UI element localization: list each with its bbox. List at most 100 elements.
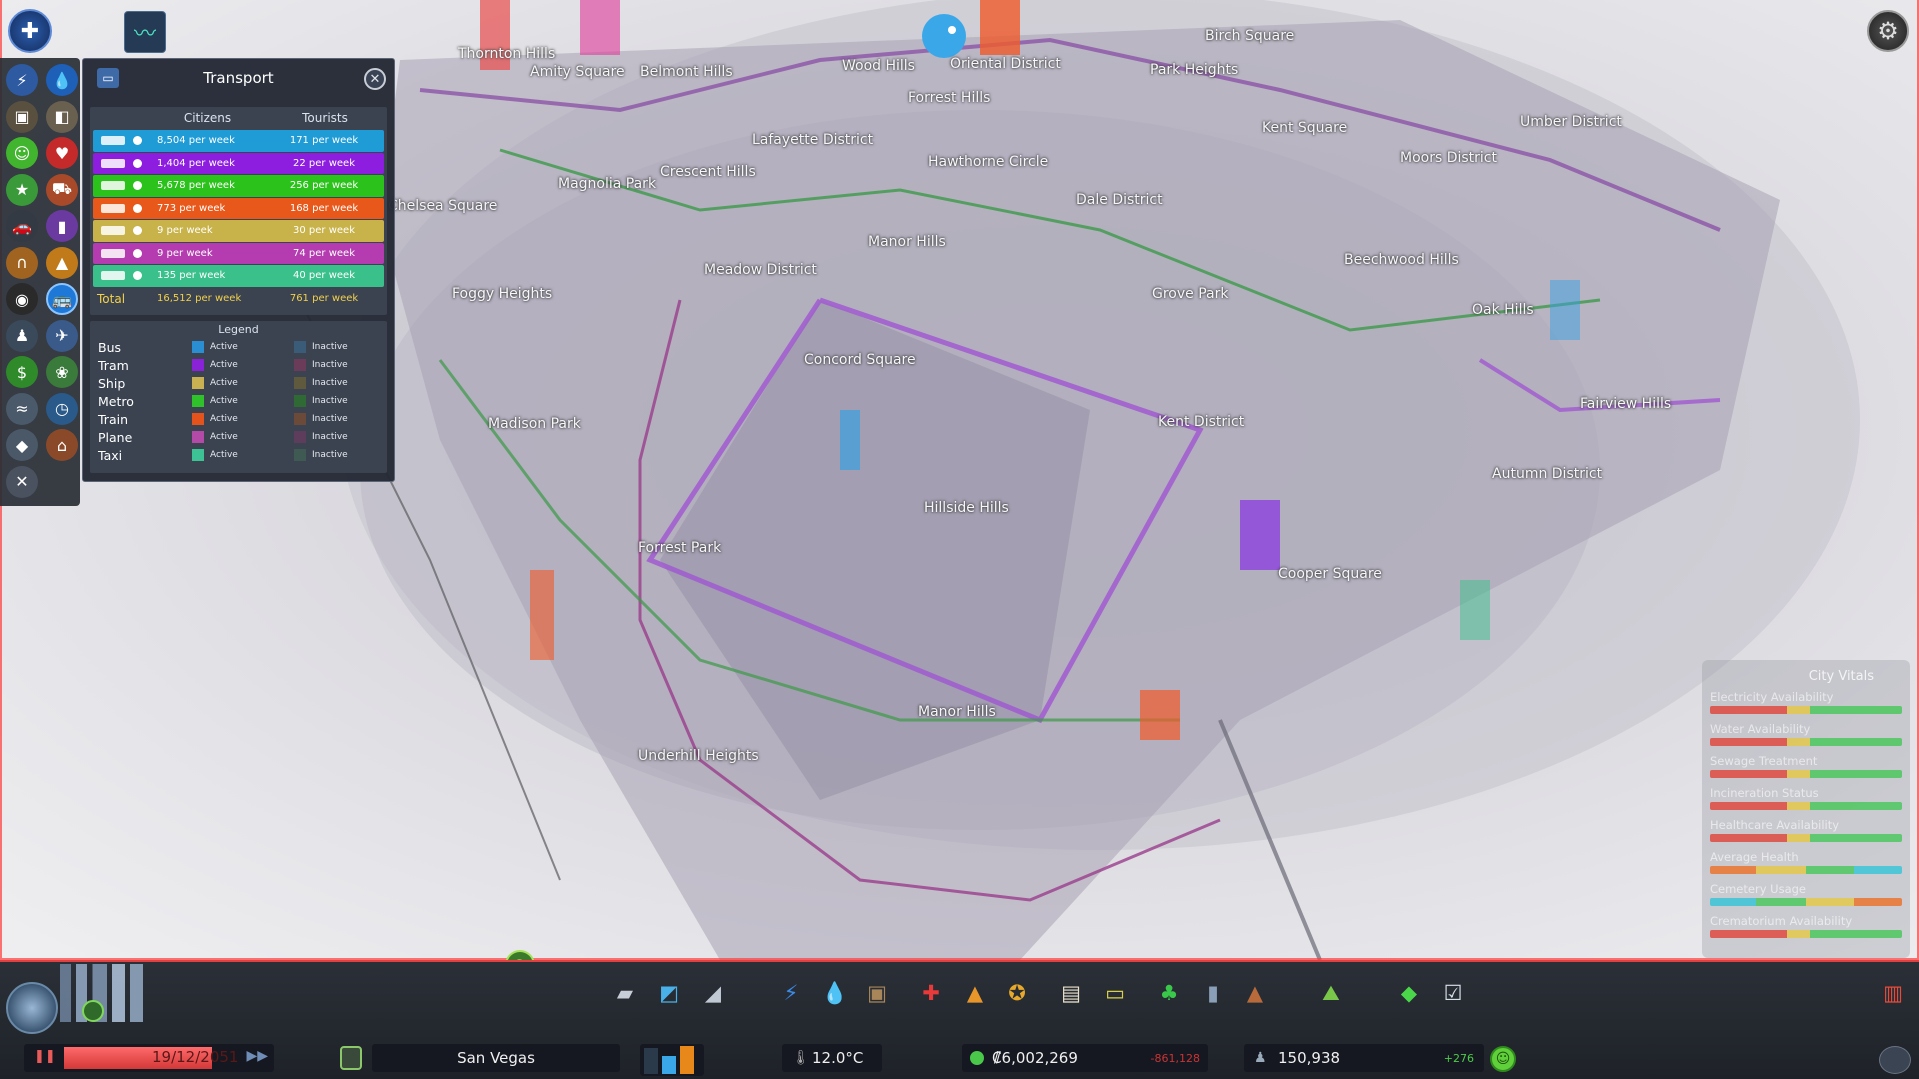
unique-buildings-icon[interactable]: ▮ — [1198, 978, 1228, 1008]
transport-row-metro[interactable]: 5,678 per week 256 per week — [93, 175, 384, 197]
vehicle-icon[interactable]: 🚗 — [6, 210, 38, 242]
fuel-icon[interactable]: ▮ — [46, 210, 78, 242]
magnify-icon[interactable] — [133, 203, 142, 213]
district-label[interactable]: Forrest Hills — [908, 90, 990, 106]
buildings-icon[interactable]: ◧ — [46, 100, 78, 133]
wind-icon[interactable]: ≈ — [6, 392, 38, 425]
level-icon[interactable]: ★ — [6, 173, 38, 206]
district-label[interactable]: Belmont Hills — [640, 64, 733, 80]
district-label[interactable]: Autumn District — [1492, 466, 1602, 482]
magnify-icon[interactable] — [133, 226, 142, 236]
transport-row-tram[interactable]: 1,404 per week 22 per week — [93, 152, 384, 174]
transport-icon[interactable]: 🚌 — [46, 283, 78, 315]
district-label[interactable]: Moors District — [1400, 150, 1497, 166]
panel-header[interactable]: ▭ Transport ✕ — [83, 59, 394, 97]
pause-icon[interactable]: ❚❚ — [34, 1049, 56, 1064]
transport-row-plane[interactable]: 9 per week 74 per week — [93, 242, 384, 264]
economy-icon[interactable]: $ — [6, 356, 38, 388]
district-label[interactable]: Fairview Hills — [1580, 396, 1671, 412]
electricity-tool-icon[interactable]: ⚡ — [776, 978, 806, 1008]
crime-icon[interactable]: ◉ — [6, 283, 38, 315]
district-label[interactable]: Wood Hills — [842, 58, 915, 74]
district-label[interactable]: Hawthorne Circle — [928, 154, 1048, 170]
district-label[interactable]: Cooper Square — [1278, 566, 1382, 582]
district-label[interactable]: Amity Square — [530, 64, 625, 80]
money-display[interactable]: ₡6,002,269 -861,128 — [962, 1044, 1208, 1072]
district-label[interactable]: Kent District — [1158, 414, 1244, 430]
speed-icon[interactable]: ▶▶ — [246, 1048, 268, 1064]
health-icon[interactable]: ♥ — [46, 137, 78, 169]
landscaping-icon[interactable]: ⛰ — [1316, 978, 1346, 1008]
bulldozer-icon[interactable]: ☑ — [1438, 978, 1468, 1008]
magnify-icon[interactable] — [133, 136, 142, 146]
electricity-icon[interactable]: ⚡ — [6, 64, 38, 96]
police-tool-icon[interactable]: ✪ — [1002, 978, 1032, 1008]
district-label[interactable]: Meadow District — [704, 262, 817, 278]
district-label[interactable]: Magnolia Park — [558, 176, 656, 192]
district-label[interactable]: Underhill Heights — [638, 748, 759, 764]
chat-icon[interactable] — [1879, 1046, 1911, 1074]
maintenance-icon[interactable]: ✕ — [6, 465, 38, 498]
tourism-icon[interactable]: ✈ — [46, 319, 78, 352]
district-label[interactable]: Beechwood Hills — [1344, 252, 1459, 268]
resources-icon[interactable]: ❀ — [46, 356, 78, 388]
transport-row-taxi[interactable]: 135 per week 40 per week — [93, 265, 384, 287]
district-label[interactable]: Oriental District — [950, 56, 1061, 72]
education-tool-icon[interactable]: ▤ — [1056, 978, 1086, 1008]
district-label[interactable]: Hillside Hills — [924, 500, 1009, 516]
date-display[interactable]: ❚❚ 19/12/2051 ▶▶ — [24, 1044, 274, 1072]
city-name-field[interactable]: San Vegas — [372, 1044, 620, 1072]
district-label[interactable]: Crescent Hills — [660, 164, 756, 180]
district-label[interactable]: Madison Park — [488, 416, 581, 432]
healthcare-tool-icon[interactable]: ✚ — [916, 978, 946, 1008]
district-label[interactable]: Park Heights — [1150, 62, 1238, 78]
noise-icon[interactable]: ∩ — [6, 246, 38, 279]
policies-icon[interactable]: ◆ — [1394, 978, 1424, 1008]
district-label[interactable]: Dale District — [1076, 192, 1163, 208]
happiness-icon[interactable]: ☺ — [6, 137, 38, 169]
traffic-icon[interactable]: ⛟ — [46, 173, 78, 206]
district-label[interactable]: Oak Hills — [1472, 302, 1534, 318]
gear-icon[interactable]: ⚙ — [1867, 10, 1909, 52]
info-button[interactable] — [340, 1046, 362, 1070]
district-label[interactable]: Lafayette District — [752, 132, 873, 148]
magnify-icon[interactable] — [133, 271, 142, 281]
fire-icon[interactable]: ▲ — [46, 246, 78, 279]
roads-icon[interactable]: ▰ — [610, 978, 640, 1008]
fire-tool-icon[interactable]: ▲ — [960, 978, 990, 1008]
district-label[interactable]: Thornton Hills — [458, 46, 555, 62]
population-display[interactable]: ♟ 150,938 +276 — [1244, 1044, 1484, 1072]
zoning-icon[interactable]: ◩ — [654, 978, 684, 1008]
magnify-icon[interactable] — [133, 181, 142, 191]
magnify-icon[interactable] — [133, 158, 142, 168]
district-label[interactable]: Manor Hills — [868, 234, 946, 250]
garbage-icon[interactable]: ▣ — [6, 100, 38, 133]
district-label[interactable]: Forrest Park — [638, 540, 721, 556]
district-label[interactable]: Grove Park — [1152, 286, 1228, 302]
district-label[interactable]: Manor Hills — [918, 704, 996, 720]
population-icon[interactable]: ♟ — [6, 319, 38, 352]
transport-row-ship[interactable]: 9 per week 30 per week — [93, 220, 384, 242]
time-icon[interactable]: ◷ — [46, 392, 78, 425]
chirper-menu-icon[interactable]: ✚ — [8, 9, 52, 53]
info-views-icon[interactable]: 〰 — [124, 11, 166, 53]
water-icon[interactable]: 💧 — [46, 64, 78, 96]
close-button[interactable]: ✕ — [364, 68, 386, 90]
district-label[interactable]: Concord Square — [804, 352, 916, 368]
transport-tool-icon[interactable]: ▭ — [1100, 978, 1130, 1008]
happiness-icon[interactable]: ☺ — [1490, 1046, 1516, 1072]
parks-tool-icon[interactable]: ♣ — [1154, 978, 1184, 1008]
water-tool-icon[interactable]: 💧 — [820, 978, 850, 1008]
magnify-icon[interactable] — [133, 248, 142, 258]
district-label[interactable]: Birch Square — [1205, 28, 1294, 44]
unlock-icon[interactable] — [82, 1000, 104, 1022]
monuments-icon[interactable]: ▲ — [1240, 978, 1270, 1008]
district-label[interactable]: Kent Square — [1262, 120, 1347, 136]
transport-row-bus[interactable]: 8,504 per week 171 per week — [93, 130, 384, 152]
district-label[interactable]: Umber District — [1520, 114, 1622, 130]
districts-icon[interactable]: ⌂ — [46, 429, 78, 461]
transport-row-train[interactable]: 773 per week 168 per week — [93, 197, 384, 219]
economy-tool-icon[interactable]: ▥ — [1878, 978, 1908, 1008]
district-label[interactable]: Chelsea Square — [388, 198, 497, 214]
districts-tool-icon[interactable]: ◢ — [698, 978, 728, 1008]
